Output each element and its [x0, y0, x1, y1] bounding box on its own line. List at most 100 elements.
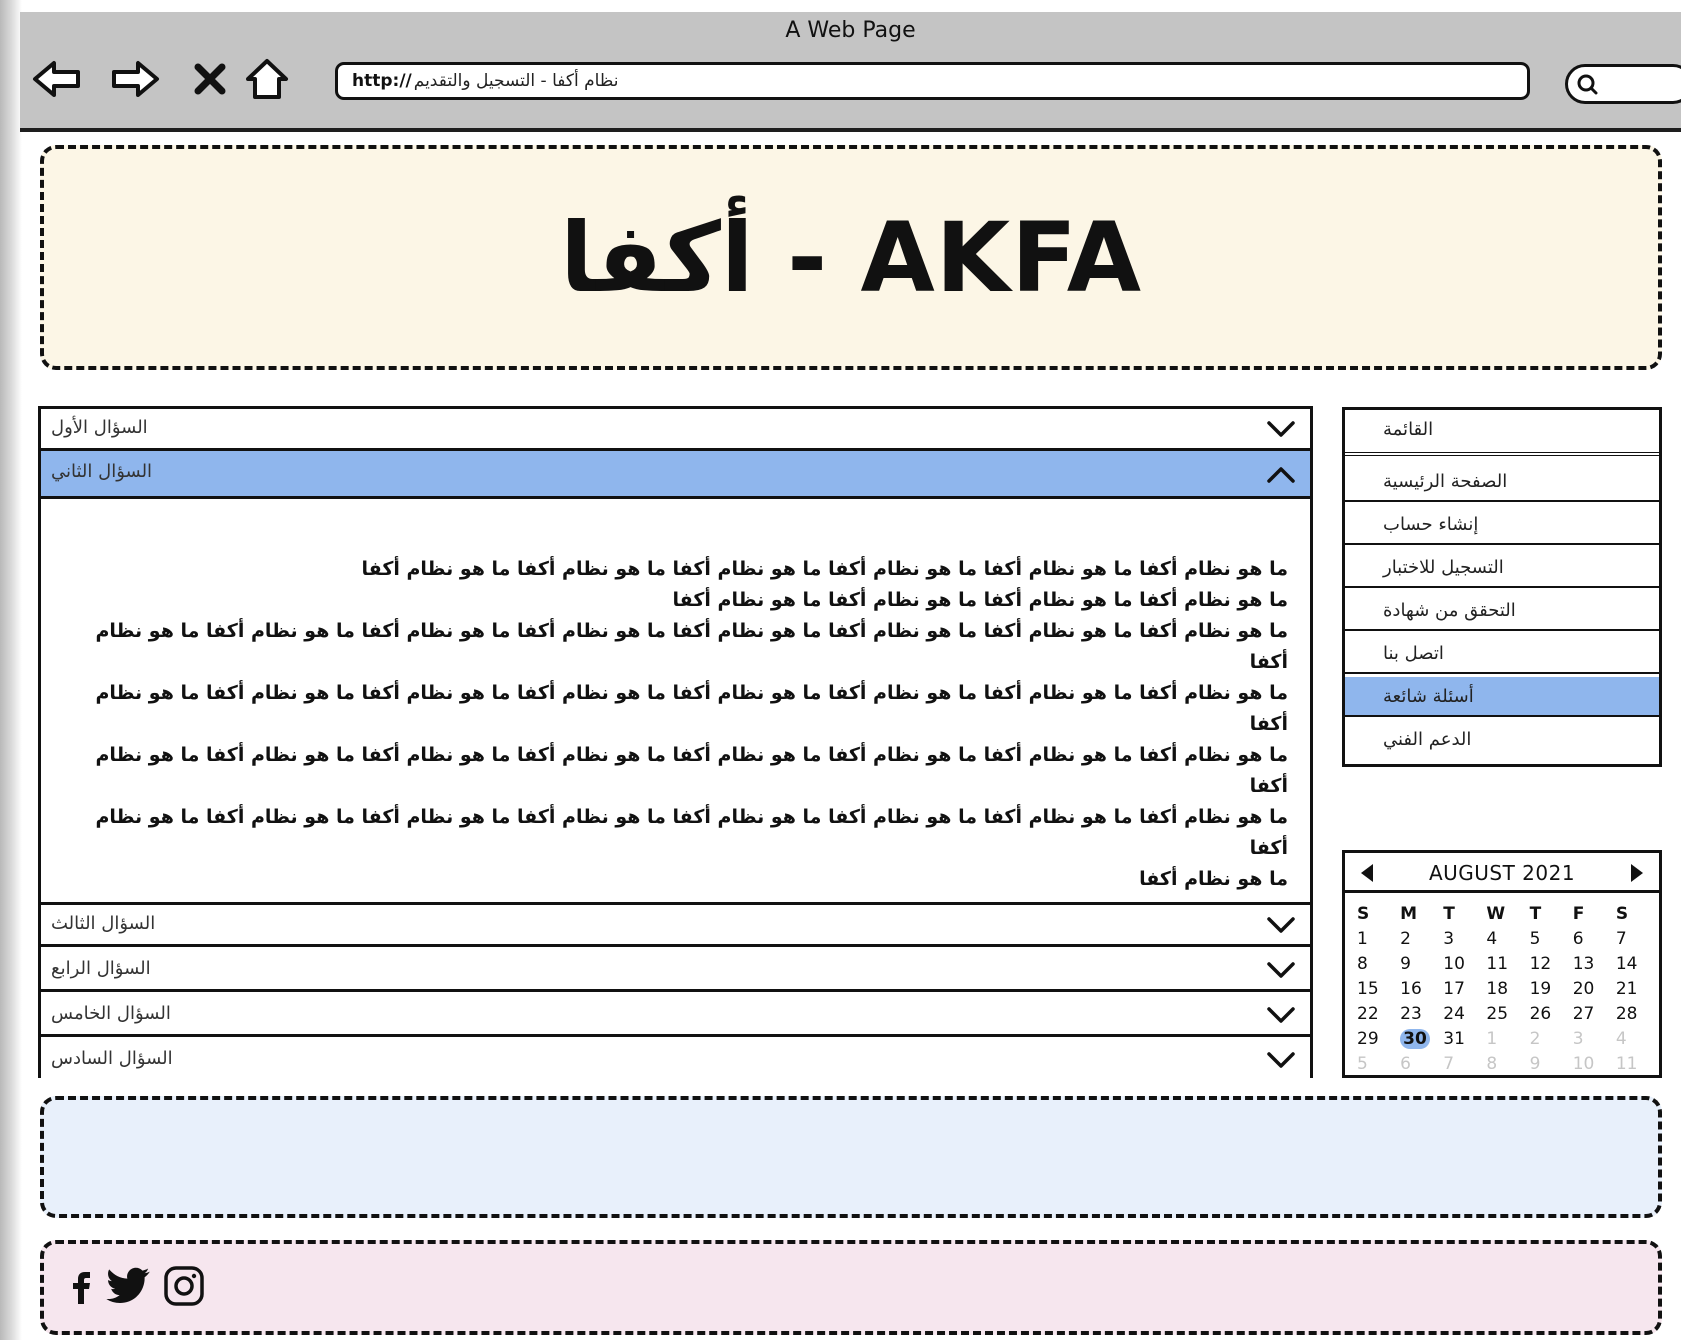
- calendar-day-number: 5: [1529, 929, 1541, 949]
- calendar-day[interactable]: 19: [1524, 978, 1567, 1001]
- calendar-day[interactable]: 23: [1394, 1003, 1437, 1026]
- sidebar-menu: القائمة الصفحة الرئيسية إنشاء حساب التسج…: [1342, 407, 1662, 767]
- home-button[interactable]: [242, 54, 292, 104]
- accordion-label: السؤال الخامس: [51, 1003, 171, 1024]
- chevron-down-icon: [1267, 1007, 1295, 1023]
- menu-item-create-account[interactable]: إنشاء حساب: [1345, 505, 1659, 545]
- chevron-right-icon[interactable]: [1629, 863, 1645, 883]
- calendar-day[interactable]: 9: [1394, 953, 1437, 976]
- menu-item-contact-us[interactable]: اتصل بنا: [1345, 634, 1659, 674]
- calendar-day[interactable]: 20: [1567, 978, 1610, 1001]
- menu-item-exam-registration[interactable]: التسجيل للاختبار: [1345, 548, 1659, 588]
- calendar-day[interactable]: 18: [1480, 978, 1523, 1001]
- chevron-up-icon: [1267, 467, 1295, 483]
- calendar-day[interactable]: 14: [1610, 953, 1653, 976]
- calendar-day-number: 3: [1443, 929, 1455, 949]
- calendar-day-number: 23: [1400, 1004, 1422, 1024]
- calendar-day-number: 4: [1486, 929, 1498, 949]
- calendar-day-number: 5: [1357, 1054, 1368, 1074]
- calendar-day-number: 31: [1443, 1029, 1465, 1049]
- calendar-weekday: T: [1443, 904, 1455, 924]
- calendar-day-number: 29: [1357, 1029, 1379, 1049]
- stop-button[interactable]: [185, 54, 235, 104]
- calendar-day[interactable]: 13: [1567, 953, 1610, 976]
- calendar-weekday: S: [1615, 904, 1629, 924]
- calendar-day[interactable]: 8: [1480, 1053, 1523, 1076]
- calendar-day-number: 3: [1572, 1029, 1584, 1049]
- back-button[interactable]: [32, 54, 82, 104]
- instagram-icon[interactable]: [162, 1266, 206, 1306]
- forward-button[interactable]: [110, 54, 160, 104]
- accordion-item-6[interactable]: السؤال السادس: [41, 1040, 1310, 1082]
- calendar-day[interactable]: 1: [1351, 928, 1394, 951]
- answer-text: ما هو نظام أكفا ما هو نظام أكفا ما هو نظ…: [58, 554, 1288, 895]
- calendar-day[interactable]: 2: [1394, 928, 1437, 951]
- calendar-day[interactable]: 10: [1567, 1053, 1610, 1076]
- calendar-day[interactable]: 31: [1437, 1028, 1480, 1051]
- calendar-day-number: 24: [1443, 1004, 1465, 1024]
- calendar-day[interactable]: 8: [1351, 953, 1394, 976]
- calendar-day-number: 19: [1529, 979, 1552, 999]
- social-footer: [40, 1240, 1662, 1335]
- calendar-day[interactable]: 15: [1351, 978, 1394, 1001]
- forward-arrow-icon: [112, 61, 159, 97]
- calendar-day[interactable]: 16: [1394, 978, 1437, 1001]
- accordion-label: السؤال السادس: [51, 1048, 173, 1069]
- accordion-item-1[interactable]: السؤال الأول: [41, 409, 1310, 451]
- calendar-day[interactable]: 6: [1567, 928, 1610, 951]
- menu-item-faq[interactable]: أسئلة شائعة: [1345, 677, 1659, 717]
- answer-line: ما هو نظام أكفا ما هو نظام أكفا ما هو نظ…: [95, 682, 1288, 735]
- calendar-day[interactable]: 12: [1524, 953, 1567, 976]
- calendar-day[interactable]: 6: [1394, 1053, 1437, 1076]
- calendar-day[interactable]: 1: [1480, 1028, 1523, 1051]
- accordion-item-4[interactable]: السؤال الرابع: [41, 950, 1310, 992]
- calendar-day[interactable]: 11: [1610, 1053, 1653, 1076]
- accordion-item-2[interactable]: السؤال الثاني: [41, 451, 1310, 499]
- calendar-day[interactable]: 21: [1610, 978, 1653, 1001]
- calendar-day[interactable]: 3: [1567, 1028, 1610, 1051]
- calendar-day[interactable]: 4: [1610, 1028, 1653, 1051]
- chevron-down-icon: [1267, 962, 1295, 978]
- calendar-day[interactable]: 3: [1437, 928, 1480, 951]
- menu-item-verify-certificate[interactable]: التحقق من شهادة: [1345, 591, 1659, 631]
- calendar-day[interactable]: 7: [1610, 928, 1653, 951]
- calendar-day[interactable]: 28: [1610, 1003, 1653, 1026]
- calendar-day-number: 27: [1572, 1004, 1595, 1024]
- calendar-day-number: 15: [1357, 979, 1379, 999]
- calendar-day[interactable]: 5: [1351, 1053, 1394, 1076]
- menu-item-label: التسجيل للاختبار: [1383, 557, 1504, 578]
- calendar-day[interactable]: 22: [1351, 1003, 1394, 1026]
- calendar-day[interactable]: 7: [1437, 1053, 1480, 1076]
- calendar-day-number: 8: [1486, 1054, 1498, 1074]
- menu-item-label: أسئلة شائعة: [1383, 686, 1474, 707]
- calendar-day[interactable]: 9: [1524, 1053, 1567, 1076]
- calendar-day[interactable]: 25: [1480, 1003, 1523, 1026]
- calendar-day[interactable]: 29: [1351, 1028, 1394, 1051]
- calendar-day[interactable]: 26: [1524, 1003, 1567, 1026]
- calendar-day[interactable]: 5: [1524, 928, 1567, 951]
- calendar-day-selected[interactable]: 30: [1394, 1028, 1437, 1051]
- calendar-day[interactable]: 11: [1480, 953, 1523, 976]
- calendar-day-number: 2: [1529, 1029, 1541, 1049]
- calendar-day[interactable]: 17: [1437, 978, 1480, 1001]
- facebook-icon[interactable]: [68, 1266, 94, 1306]
- menu-header-label: القائمة: [1383, 419, 1434, 440]
- calendar-day[interactable]: 24: [1437, 1003, 1480, 1026]
- chevron-down-icon: [1267, 421, 1295, 437]
- menu-item-support[interactable]: الدعم الفني: [1345, 720, 1659, 760]
- calendar-day[interactable]: 4: [1480, 928, 1523, 951]
- accordion-item-3[interactable]: السؤال الثالث: [41, 905, 1310, 947]
- left-edge-shadow: [0, 0, 22, 1340]
- calendar-day[interactable]: 27: [1567, 1003, 1610, 1026]
- url-input[interactable]: http:// نظام أكفا - التسجيل والتقديم: [335, 62, 1530, 100]
- accordion-item-5[interactable]: السؤال الخامس: [41, 995, 1310, 1037]
- twitter-icon[interactable]: [106, 1266, 152, 1306]
- menu-item-label: اتصل بنا: [1383, 643, 1444, 664]
- calendar-day-number: 7: [1615, 929, 1627, 949]
- menu-item-home[interactable]: الصفحة الرئيسية: [1345, 462, 1659, 502]
- calendar-day[interactable]: 2: [1524, 1028, 1567, 1051]
- calendar-day[interactable]: 10: [1437, 953, 1480, 976]
- calendar-day-number: 11: [1486, 954, 1509, 974]
- calendar-day-number: 6: [1400, 1054, 1411, 1074]
- browser-search-field[interactable]: [1565, 64, 1681, 104]
